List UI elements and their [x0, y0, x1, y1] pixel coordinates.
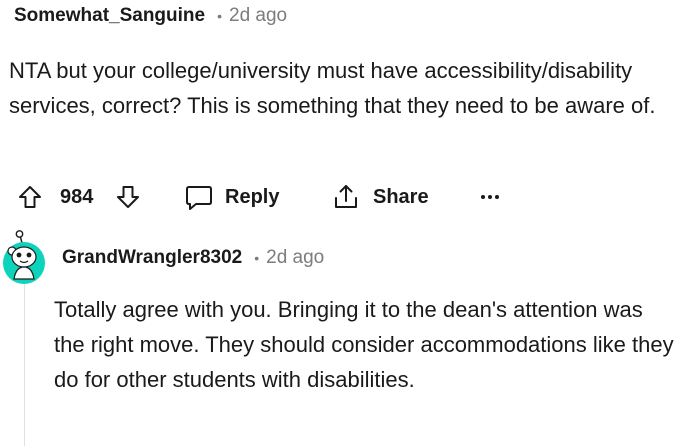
comment-body: NTA but your college/university must hav… [9, 58, 656, 118]
reply-label: Reply [225, 185, 280, 208]
share-label: Share [373, 185, 429, 208]
meta-separator: • [254, 250, 260, 266]
meta-separator: • [217, 8, 223, 24]
comment-timestamp[interactable]: 2d ago [229, 5, 287, 27]
snoo-avatar-icon[interactable] [2, 227, 48, 285]
upvote-button[interactable] [16, 174, 44, 220]
share-button[interactable]: Share [331, 174, 429, 220]
reply-timestamp[interactable]: 2d ago [266, 247, 324, 269]
comment-header: Somewhat_Sanguine • 2d ago [14, 2, 287, 30]
reply-body: Totally agree with you. Bringing it to t… [54, 297, 674, 392]
share-upload-icon [335, 185, 357, 208]
thread-line[interactable] [24, 284, 25, 446]
vote-score: 984 [60, 185, 94, 208]
reply-username[interactable]: GrandWrangler8302 [62, 247, 242, 269]
reply-button[interactable]: Reply [184, 174, 279, 220]
arrow-up-icon [19, 186, 41, 208]
arrow-down-icon [117, 186, 139, 208]
speech-bubble-icon [186, 186, 212, 210]
downvote-button[interactable] [114, 174, 142, 220]
more-horizontal-icon [481, 195, 499, 199]
more-options-button[interactable] [479, 174, 501, 220]
comment-username[interactable]: Somewhat_Sanguine [14, 5, 205, 27]
comment-action-bar: 984 Reply Share [0, 174, 687, 220]
reply-header: GrandWrangler8302 • 2d ago [62, 244, 324, 272]
